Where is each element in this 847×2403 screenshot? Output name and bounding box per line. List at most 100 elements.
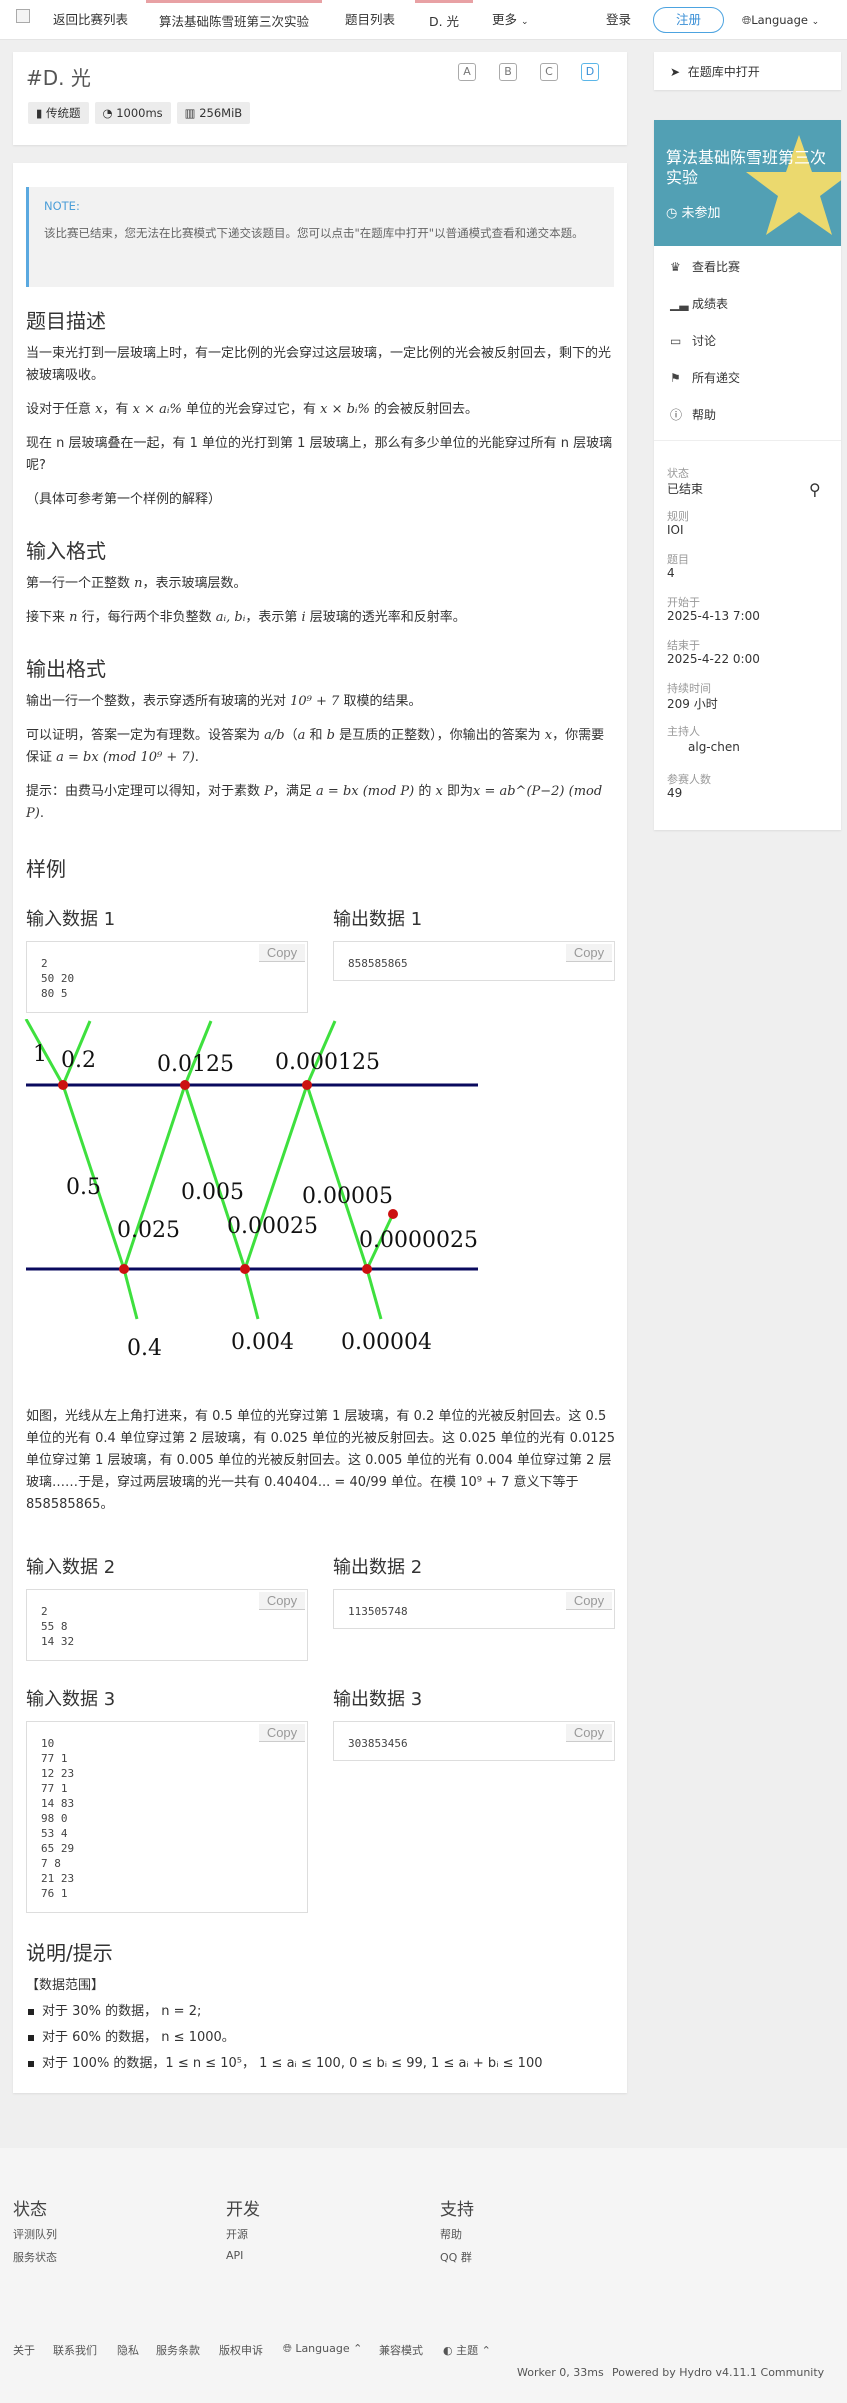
contest-title[interactable]: 算法基础陈雪班第三次实验: [666, 148, 826, 188]
footer-powered[interactable]: Powered by Hydro v4.11.1 Community: [612, 2366, 824, 2379]
time-limit-badge: ◔ 1000ms: [94, 102, 171, 124]
info-label-problems: 题目: [667, 553, 689, 566]
footer-dmca[interactable]: 版权申诉: [219, 2342, 263, 2358]
hit-point: [180, 1080, 190, 1090]
footer-language[interactable]: 🌐︎ Language ⌃: [283, 2342, 362, 2356]
sample-input-2-text: 2 55 8 14 32: [41, 1605, 75, 1648]
info-value-status: 已结束: [667, 482, 704, 496]
t: 行，每行两个非负整数: [77, 610, 216, 625]
info-value-start: 2025-4-13 7:00: [667, 609, 760, 623]
math: n: [134, 576, 143, 591]
description-p4: （具体可参考第一个样例的解释）: [26, 492, 222, 507]
sample-output-1-label: 输出数据 1: [333, 909, 423, 930]
menu-view-contest[interactable]: ♛ 查看比赛: [670, 258, 740, 275]
problem-badges: ▮ 传统题 ◔ 1000ms ▥ 256MiB: [28, 102, 251, 124]
clock-icon: ◔: [102, 106, 113, 120]
fig-label: 0.0125: [157, 1052, 234, 1077]
info-value-participants: 49: [667, 786, 683, 800]
footer-about[interactable]: 关于: [13, 2342, 35, 2358]
search-icon[interactable]: ⚲: [809, 480, 821, 499]
range-item: 对于 60% 的数据， n ≤ 1000。: [26, 2025, 616, 2051]
copy-button[interactable]: Copy: [259, 1724, 305, 1742]
sample-input-3-text: 10 77 1 12 23 77 1 14 83 98 0 53 4 65 29…: [41, 1737, 75, 1900]
problem-letter-d[interactable]: D: [581, 63, 599, 81]
t: 输出一行一个整数，表示穿透所有玻璃的光对: [26, 694, 291, 709]
top-nav: 返回比赛列表 算法基础陈雪班第三次实验 题目列表 D. 光 更多 ⌄ 登录 注册…: [0, 0, 847, 40]
copy-button[interactable]: Copy: [566, 1592, 612, 1610]
nav-problem-list[interactable]: 题目列表: [345, 0, 395, 40]
nav-back-contest-list[interactable]: 返回比赛列表: [53, 0, 128, 40]
range-item: 对于 30% 的数据， n = 2;: [26, 1999, 616, 2025]
t: ，表示第: [245, 610, 302, 625]
fig-label: 0.000125: [275, 1050, 380, 1075]
sample-output-2-label: 输出数据 2: [333, 1557, 423, 1578]
hit-point: [240, 1264, 250, 1274]
math: a = bx (mod P): [316, 784, 415, 799]
sample-input-1-label: 输入数据 1: [26, 909, 116, 930]
t: 单位的光会穿过它，有: [181, 402, 321, 417]
footer-link[interactable]: 服务状态: [13, 2249, 57, 2265]
footer-link[interactable]: 开源: [226, 2226, 248, 2242]
t: 层玻璃的透光率和反射率。: [305, 610, 466, 625]
t: 是互质的正整数），你输出的答案为: [334, 728, 545, 743]
footer-compat-mode[interactable]: 兼容模式: [379, 2342, 423, 2358]
open-in-repo-label: 在题库中打开: [687, 65, 760, 79]
ray-segment: [243, 1268, 260, 1320]
footer-link[interactable]: QQ 群: [440, 2249, 472, 2265]
hit-point: [58, 1080, 68, 1090]
output-p1: 输出一行一个整数，表示穿透所有玻璃的光对 10⁹ + 7 取模的结果。: [26, 691, 616, 713]
math: x × bᵢ%: [320, 402, 370, 417]
site-logo[interactable]: [16, 9, 30, 23]
footer-terms[interactable]: 服务条款: [156, 2342, 200, 2358]
copy-button[interactable]: Copy: [259, 1592, 305, 1610]
footer-link[interactable]: API: [226, 2249, 243, 2262]
info-value-host[interactable]: alg-chen: [688, 740, 740, 754]
problem-title: #D. 光: [26, 66, 91, 90]
register-button[interactable]: 注册: [653, 7, 724, 33]
login-link[interactable]: 登录: [606, 0, 631, 40]
problem-letter-a[interactable]: A: [458, 63, 476, 81]
footer-dev-heading: 开发: [226, 2200, 260, 2220]
menu-label: 查看比赛: [692, 260, 741, 274]
problem-letter-b[interactable]: B: [499, 63, 517, 81]
footer-privacy[interactable]: 隐私: [117, 2342, 139, 2358]
footer-link[interactable]: 帮助: [440, 2226, 462, 2242]
fig-label: 0.5: [66, 1175, 101, 1200]
fig-label: 0.005: [181, 1180, 244, 1205]
memory-limit: 256MiB: [199, 106, 243, 120]
contest-sidebar: 算法基础陈雪班第三次实验 ◷ 未参加 ♛ 查看比赛 ▁▃ 成绩表 ▭ 讨论 ⚑ 所有递交…: [654, 120, 841, 830]
menu-all-submissions[interactable]: ⚑ 所有递交: [670, 369, 740, 386]
nav-current-problem[interactable]: D. 光: [415, 0, 473, 40]
footer-worker: Worker 0, 33ms: [517, 2366, 604, 2379]
range-list: 对于 30% 的数据， n = 2; 对于 60% 的数据， n ≤ 1000。…: [26, 1999, 616, 2077]
footer-contact[interactable]: 联系我们: [53, 2342, 97, 2358]
math: 10⁹ + 7: [290, 694, 340, 709]
footer-theme[interactable]: ◐ 主题 ⌃: [443, 2342, 491, 2358]
problem-letter-c[interactable]: C: [540, 63, 558, 81]
sample-explanation: 如图，光线从左上角打进来，有 0.5 单位的光穿过第 1 层玻璃，有 0.2 单…: [26, 1409, 616, 1512]
hit-point: [388, 1209, 398, 1219]
sample-output-3-label: 输出数据 3: [333, 1689, 423, 1710]
time-limit: 1000ms: [116, 106, 163, 120]
footer-link[interactable]: 评测队列: [13, 2226, 57, 2242]
open-in-repo-link[interactable]: ➤ 在题库中打开: [670, 63, 760, 80]
copy-button[interactable]: Copy: [259, 944, 305, 962]
input-format-heading: 输入格式: [26, 539, 106, 563]
copy-button[interactable]: Copy: [566, 1724, 612, 1742]
nav-more[interactable]: 更多 ⌄: [492, 0, 529, 40]
menu-label: 讨论: [692, 334, 717, 348]
language-selector[interactable]: 🌐︎Language ⌄: [742, 0, 819, 40]
send-icon: ➤: [670, 65, 681, 79]
t: 提示：由费马小定理可以得知，对于素数: [26, 784, 265, 799]
copy-button[interactable]: Copy: [566, 944, 612, 962]
output-p2: 可以证明，答案一定为有理数。设答案为 a/b（a 和 b 是互质的正整数），你输…: [26, 725, 616, 769]
menu-help[interactable]: ⓘ 帮助: [670, 406, 716, 423]
info-label-participants: 参赛人数: [667, 773, 711, 786]
menu-discussion[interactable]: ▭ 讨论: [670, 332, 716, 349]
type-label: 传统题: [46, 106, 81, 120]
menu-scoreboard[interactable]: ▁▃ 成绩表: [670, 295, 728, 312]
ray-segment: [122, 1268, 139, 1320]
info-value-end: 2025-4-22 0:00: [667, 652, 760, 666]
nav-contest[interactable]: 算法基础陈雪班第三次实验: [146, 0, 322, 40]
output-p3: 提示：由费马小定理可以得知，对于素数 P，满足 a = bx (mod P) 的…: [26, 781, 616, 825]
